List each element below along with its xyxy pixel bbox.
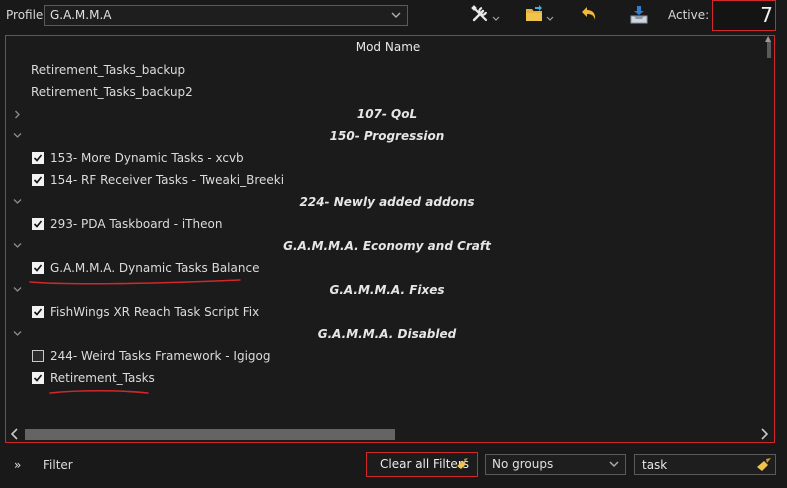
open-folder-button[interactable] bbox=[524, 4, 554, 28]
group-row[interactable]: 150- Progression bbox=[6, 125, 768, 147]
groups-dropdown-value: No groups bbox=[492, 457, 554, 471]
chevron-down-icon[interactable] bbox=[13, 235, 23, 257]
mod-rows: Retirement_Tasks_backup Retirement_Tasks_… bbox=[6, 59, 768, 389]
folder-icon bbox=[526, 5, 542, 21]
mod-row[interactable]: 153- More Dynamic Tasks - xcvb bbox=[6, 147, 768, 169]
scroll-left-icon[interactable] bbox=[11, 428, 19, 440]
mod-name: G.A.M.M.A. Dynamic Tasks Balance bbox=[50, 261, 260, 275]
mod-name: Retirement_Tasks_backup2 bbox=[31, 85, 193, 99]
mod-list[interactable]: Mod Name ▲ Retirement_Tasks_backup Retire… bbox=[5, 35, 775, 443]
clear-search-broom-icon[interactable] bbox=[756, 458, 772, 472]
mod-row[interactable]: 293- PDA Taskboard - iTheon bbox=[6, 213, 768, 235]
mod-name: 153- More Dynamic Tasks - xcvb bbox=[50, 151, 244, 165]
clear-all-filters-button[interactable]: Clear all Filters bbox=[366, 452, 478, 477]
group-row[interactable]: G.A.M.M.A. Economy and Craft bbox=[6, 235, 768, 257]
tools-icon bbox=[471, 5, 488, 22]
mod-checkbox[interactable] bbox=[32, 306, 44, 318]
chevron-right-icon[interactable] bbox=[13, 103, 23, 125]
mod-row[interactable]: Retirement_Tasks_backup bbox=[6, 59, 768, 81]
mod-checkbox[interactable] bbox=[32, 350, 44, 362]
mod-name: Retirement_Tasks bbox=[50, 371, 155, 385]
mod-row[interactable]: G.A.M.M.A. Dynamic Tasks Balance bbox=[6, 257, 768, 279]
chevron-down-icon[interactable] bbox=[13, 323, 23, 345]
horizontal-scroll-thumb[interactable] bbox=[25, 429, 395, 440]
chevron-down-icon bbox=[546, 16, 554, 21]
archive-icon bbox=[630, 6, 648, 24]
chevron-down-icon[interactable] bbox=[13, 191, 23, 213]
mod-row[interactable]: 154- RF Receiver Tasks - Tweaki_Breeki bbox=[6, 169, 768, 191]
active-label: Active: bbox=[668, 8, 710, 22]
group-name: G.A.M.M.A. Economy and Craft bbox=[283, 239, 491, 253]
group-row[interactable]: 107- QoL bbox=[6, 103, 768, 125]
mod-checkbox[interactable] bbox=[32, 372, 44, 384]
mod-name: FishWings XR Reach Task Script Fix bbox=[50, 305, 260, 319]
group-name: 107- QoL bbox=[356, 107, 418, 121]
mod-row[interactable]: Retirement_Tasks bbox=[6, 367, 768, 389]
profile-label: Profile bbox=[6, 8, 44, 22]
mod-checkbox[interactable] bbox=[32, 152, 44, 164]
mod-row[interactable]: FishWings XR Reach Task Script Fix bbox=[6, 301, 768, 323]
undo-icon bbox=[582, 7, 596, 20]
profile-dropdown[interactable]: G.A.M.M.A bbox=[44, 5, 408, 26]
mod-name: 154- RF Receiver Tasks - Tweaki_Breeki bbox=[50, 173, 285, 187]
mod-name: Retirement_Tasks_backup bbox=[31, 63, 186, 77]
group-name: G.A.M.M.A. Disabled bbox=[317, 327, 457, 341]
tools-button[interactable] bbox=[470, 4, 500, 28]
horizontal-scrollbar[interactable] bbox=[6, 426, 774, 442]
group-row[interactable]: G.A.M.M.A. Fixes bbox=[6, 279, 768, 301]
chevron-down-icon[interactable] bbox=[13, 125, 23, 147]
search-input[interactable] bbox=[634, 454, 776, 475]
mod-checkbox[interactable] bbox=[32, 218, 44, 230]
chevron-down-icon bbox=[492, 16, 500, 21]
undo-button[interactable] bbox=[580, 4, 600, 28]
active-count: 7 bbox=[712, 0, 776, 31]
mod-row[interactable]: 244- Weird Tasks Framework - Igigog bbox=[6, 345, 768, 367]
filter-label: Filter bbox=[43, 458, 73, 472]
toolbar: Profile G.A.M.M.A Active: 7 bbox=[0, 0, 787, 32]
chevron-down-icon[interactable] bbox=[13, 279, 23, 301]
mod-name: 293- PDA Taskboard - iTheon bbox=[50, 217, 223, 231]
chevron-down-icon bbox=[609, 461, 619, 467]
broom-icon bbox=[457, 458, 468, 469]
column-header-mod-name[interactable]: Mod Name bbox=[6, 36, 770, 58]
mod-checkbox[interactable] bbox=[32, 174, 44, 186]
chevron-down-icon bbox=[391, 12, 401, 18]
mod-checkbox[interactable] bbox=[32, 262, 44, 274]
group-row[interactable]: G.A.M.M.A. Disabled bbox=[6, 323, 768, 345]
archive-button[interactable] bbox=[628, 4, 650, 28]
scroll-right-icon[interactable] bbox=[760, 428, 768, 440]
group-name: G.A.M.M.A. Fixes bbox=[329, 283, 445, 297]
profile-dropdown-value: G.A.M.M.A bbox=[50, 8, 112, 22]
filter-bar: » Filter Clear all Filters No groups bbox=[0, 446, 787, 488]
vertical-scroll-thumb[interactable] bbox=[767, 42, 771, 58]
group-name: 150- Progression bbox=[329, 129, 445, 143]
mod-row[interactable]: Retirement_Tasks_backup2 bbox=[6, 81, 768, 103]
groups-dropdown[interactable]: No groups bbox=[485, 454, 626, 475]
mod-name: 244- Weird Tasks Framework - Igigog bbox=[50, 349, 271, 363]
filter-expand-toggle[interactable]: » bbox=[14, 458, 21, 472]
group-name: 224- Newly added addons bbox=[299, 195, 475, 209]
group-row[interactable]: 224- Newly added addons bbox=[6, 191, 768, 213]
